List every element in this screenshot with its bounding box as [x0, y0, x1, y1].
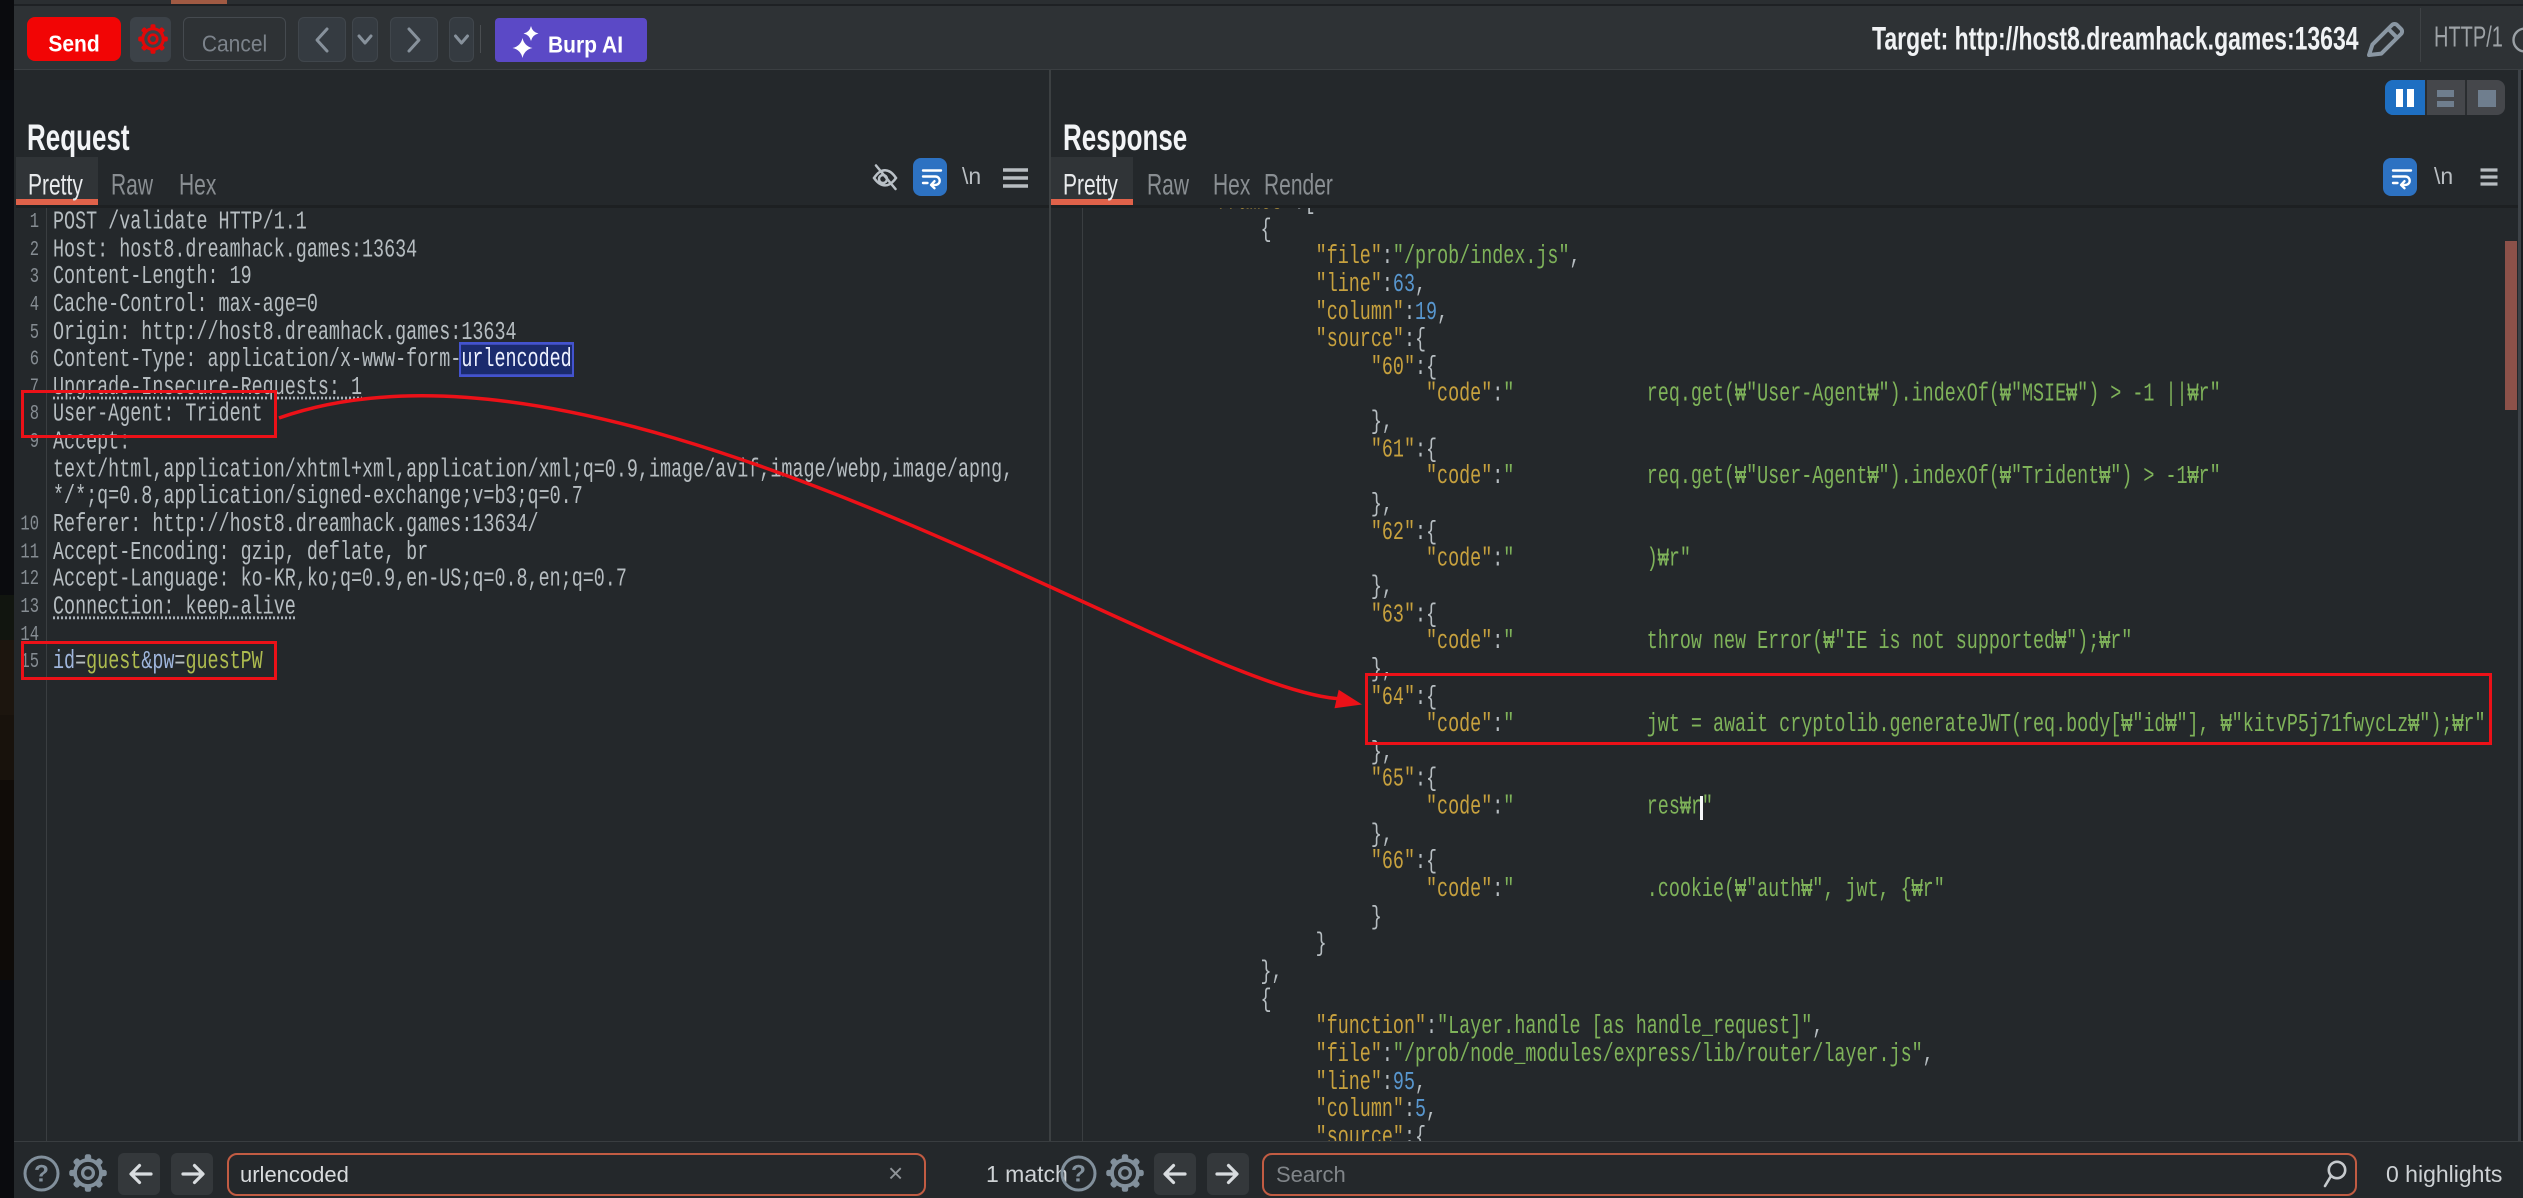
svg-text:?: ?	[1071, 1160, 1086, 1187]
svg-text:?: ?	[34, 1160, 49, 1187]
